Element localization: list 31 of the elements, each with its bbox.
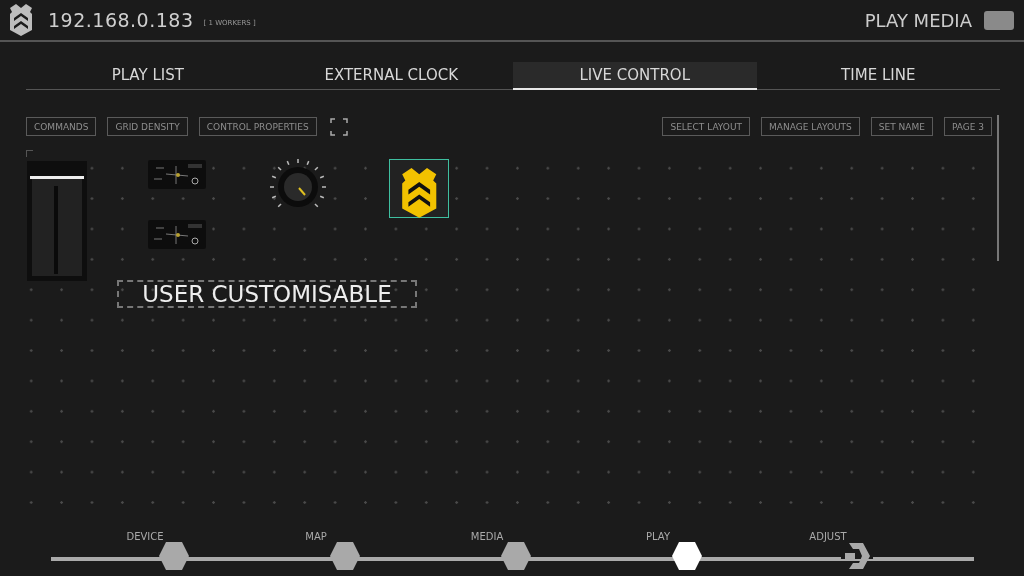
tab[interactable]: PLAY LIST	[26, 62, 270, 90]
toolbar-button[interactable]: SELECT LAYOUT	[662, 117, 751, 136]
tab[interactable]: LIVE CONTROL	[513, 62, 757, 90]
toolbar-button[interactable]: COMMANDS	[26, 117, 97, 136]
control-panel-thumbnail[interactable]	[148, 220, 206, 249]
step-hexagon-icon[interactable]	[500, 541, 532, 571]
toolbar-button[interactable]: GRID DENSITY	[107, 117, 188, 136]
step-hexagon-icon[interactable]	[329, 541, 361, 571]
label-widget[interactable]: USER CUSTOMISABLE	[117, 280, 417, 308]
step-label: ADJUST	[809, 531, 847, 542]
step-hexagon-icon[interactable]	[671, 541, 703, 571]
scrollbar[interactable]	[997, 115, 999, 261]
step-label: MEDIA	[470, 531, 504, 542]
fader-control[interactable]	[26, 160, 88, 282]
toolbar-button[interactable]: MANAGE LAYOUTS	[761, 117, 860, 136]
tab[interactable]: EXTERNAL CLOCK	[269, 62, 513, 90]
play-media-label: PLAY MEDIA	[864, 9, 972, 31]
ip-address: 192.168.0.183	[48, 9, 194, 31]
step-label: DEVICE	[126, 531, 164, 542]
step-hexagon-icon[interactable]	[158, 541, 190, 571]
control-panel-thumbnail[interactable]	[148, 160, 206, 189]
step-label: PLAY	[646, 531, 670, 542]
toolbar-button[interactable]: PAGE 3	[943, 117, 992, 136]
toolbar-button[interactable]: SET NAME	[870, 117, 933, 136]
tab[interactable]: TIME LINE	[756, 62, 1000, 90]
wrench-hexagon-icon[interactable]	[841, 541, 873, 571]
fullscreen-icon[interactable]	[329, 117, 348, 136]
toolbar-button[interactable]: CONTROL PROPERTIES	[198, 117, 317, 136]
play-media-button[interactable]	[984, 10, 1014, 30]
step-label: MAP	[305, 531, 327, 542]
logo-widget[interactable]	[389, 159, 449, 218]
